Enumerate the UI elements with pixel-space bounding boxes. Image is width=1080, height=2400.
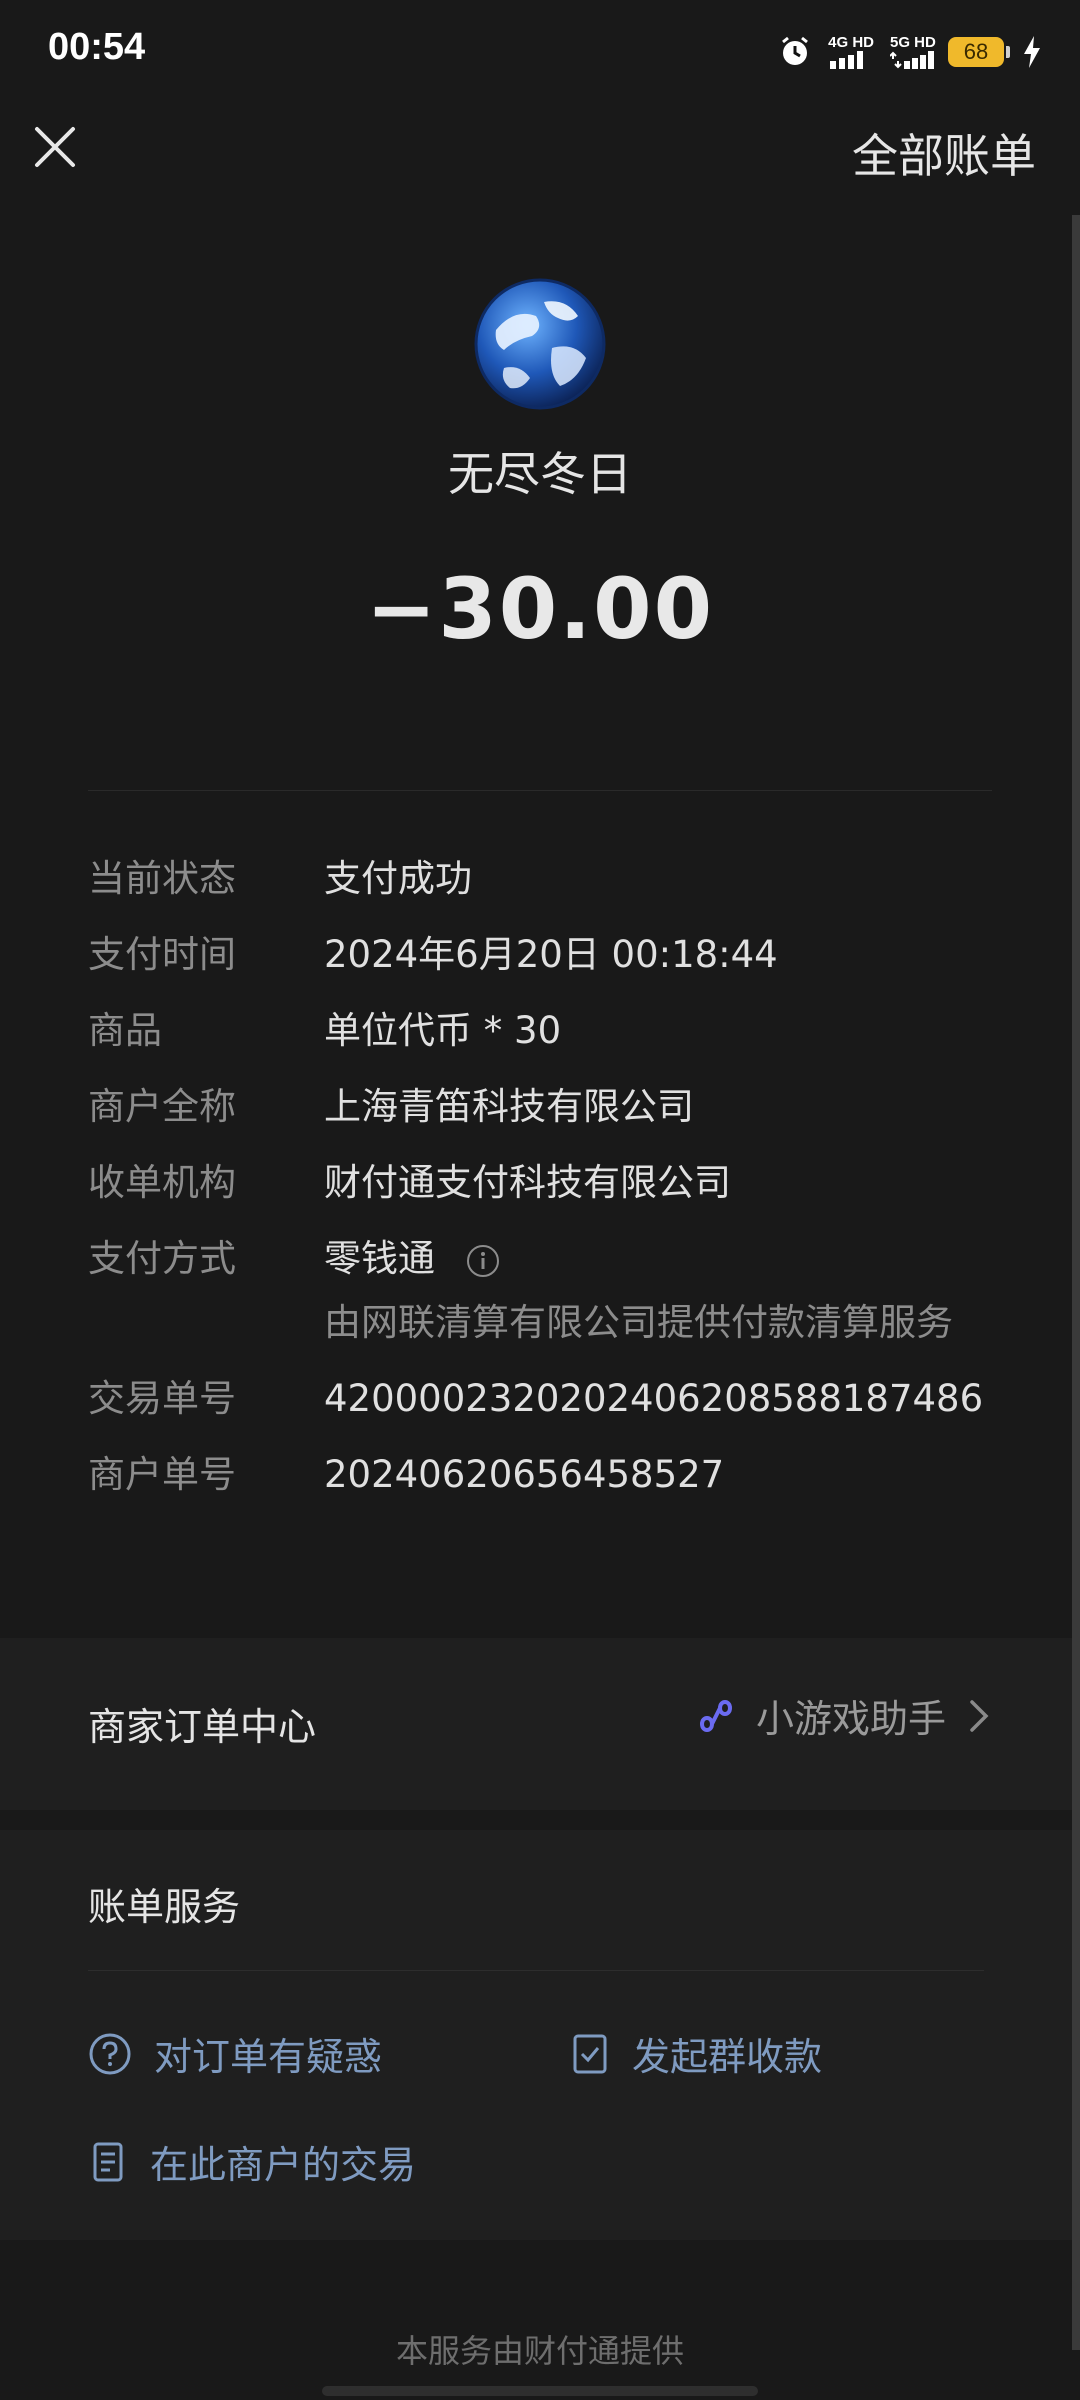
network-4g-label: 4G HD bbox=[828, 34, 874, 51]
merchant-name: 无尽冬日 bbox=[448, 447, 632, 501]
detail-label: 当前状态 bbox=[88, 857, 236, 900]
divider bbox=[88, 790, 992, 791]
detail-label: 交易单号 bbox=[88, 1377, 236, 1420]
detail-row-transaction-id: 交易单号 4200002320202406208588187486 bbox=[88, 1376, 1008, 1422]
merchant-order-center-title: 商家订单中心 bbox=[88, 1705, 317, 1749]
detail-label: 商户全称 bbox=[88, 1085, 236, 1128]
scrollbar[interactable] bbox=[1072, 215, 1080, 2350]
order-question-label: 对订单有疑惑 bbox=[154, 2035, 383, 2079]
merchant-avatar bbox=[474, 278, 606, 410]
top-bar: 全部账单 bbox=[0, 100, 1080, 200]
close-button[interactable] bbox=[28, 120, 82, 174]
question-icon bbox=[89, 2033, 131, 2074]
divider bbox=[88, 1970, 984, 1971]
merchant-transactions-label: 在此商户的交易 bbox=[150, 2143, 417, 2187]
detail-label: 商品 bbox=[88, 1009, 162, 1052]
signal-icon bbox=[830, 51, 864, 69]
transaction-details: 当前状态 支付成功 支付时间 2024年6月20日 00:18:44 商品 单位… bbox=[88, 856, 1008, 1528]
status-time: 00:54 bbox=[48, 26, 146, 68]
detail-value: 4200002320202406208588187486 bbox=[324, 1377, 984, 1420]
bill-service-title: 账单服务 bbox=[88, 1885, 241, 1929]
detail-row-merchant-order-id: 商户单号 20240620656458527 bbox=[88, 1452, 1008, 1498]
order-question-button[interactable]: 对订单有疑惑 bbox=[88, 2026, 382, 2081]
detail-row-acquirer: 收单机构 财付通支付科技有限公司 bbox=[88, 1160, 1008, 1206]
detail-row-payment-method: 支付方式 零钱通 由网联清算有限公司提供付款清算服务 bbox=[88, 1236, 1008, 1346]
alarm-icon bbox=[782, 36, 809, 65]
detail-value: 支付成功 bbox=[324, 857, 472, 900]
footer-provider-note: 本服务由财付通提供 bbox=[395, 2332, 684, 2370]
merchant-order-center[interactable]: 商家订单中心 小游戏助手 bbox=[0, 1638, 1072, 1810]
close-icon bbox=[35, 127, 75, 167]
detail-row-pay-time: 支付时间 2024年6月20日 00:18:44 bbox=[88, 932, 1008, 978]
network-5g: 5G HD bbox=[890, 35, 938, 69]
detail-value: 财付通支付科技有限公司 bbox=[324, 1161, 731, 1204]
document-icon bbox=[93, 2142, 123, 2181]
detail-value: 零钱通 bbox=[324, 1237, 435, 1280]
group-collection-label: 发起群收款 bbox=[632, 2035, 823, 2079]
info-icon[interactable] bbox=[465, 1243, 501, 1279]
detail-value: 2024年6月20日 00:18:44 bbox=[324, 933, 778, 976]
signal-icon bbox=[890, 51, 934, 69]
detail-label: 商户单号 bbox=[88, 1453, 236, 1496]
detail-row-status: 当前状态 支付成功 bbox=[88, 856, 1008, 902]
payment-method-line: 零钱通 bbox=[324, 1236, 953, 1282]
detail-value: 20240620656458527 bbox=[324, 1453, 725, 1496]
home-indicator[interactable] bbox=[322, 2386, 758, 2396]
payment-amount: −30.00 bbox=[365, 560, 715, 658]
detail-row-product: 商品 单位代币 * 30 bbox=[88, 1008, 1008, 1054]
detail-row-merchant-full-name: 商户全称 上海青笛科技有限公司 bbox=[88, 1084, 1008, 1130]
detail-label: 支付方式 bbox=[88, 1237, 236, 1280]
receipt-check-icon bbox=[573, 2034, 607, 2073]
clearing-note: 由网联清算有限公司提供付款清算服务 bbox=[324, 1301, 953, 1344]
mini-game-helper-link[interactable]: 小游戏助手 bbox=[694, 1688, 994, 1743]
charging-icon bbox=[1024, 36, 1040, 68]
detail-label: 支付时间 bbox=[88, 933, 236, 976]
detail-value: 单位代币 * 30 bbox=[324, 1009, 562, 1052]
globe-logo-icon bbox=[474, 278, 606, 410]
network-5g-label: 5G HD bbox=[890, 34, 936, 51]
battery-indicator: 68 bbox=[948, 37, 1010, 67]
network-4g: 4G HD bbox=[828, 35, 874, 69]
chevron-right-icon bbox=[970, 1699, 989, 1732]
mini-program-icon bbox=[699, 1699, 732, 1732]
status-bar: 00:54 4G HD 5G HD 68 bbox=[0, 0, 1080, 100]
detail-label: 收单机构 bbox=[88, 1161, 236, 1204]
mini-game-helper-label: 小游戏助手 bbox=[755, 1697, 946, 1741]
group-collection-button[interactable]: 发起群收款 bbox=[570, 2026, 822, 2081]
merchant-transactions-button[interactable]: 在此商户的交易 bbox=[88, 2134, 416, 2189]
status-icons: 4G HD 5G HD 68 bbox=[778, 30, 1042, 74]
all-bills-link[interactable]: 全部账单 bbox=[852, 120, 1036, 186]
detail-value: 上海青笛科技有限公司 bbox=[324, 1085, 694, 1128]
bill-service-card: 账单服务 对订单有疑惑 发起群收款 在此商户的交易 bbox=[0, 1830, 1072, 2240]
payment-method-block: 零钱通 由网联清算有限公司提供付款清算服务 bbox=[324, 1236, 953, 1346]
